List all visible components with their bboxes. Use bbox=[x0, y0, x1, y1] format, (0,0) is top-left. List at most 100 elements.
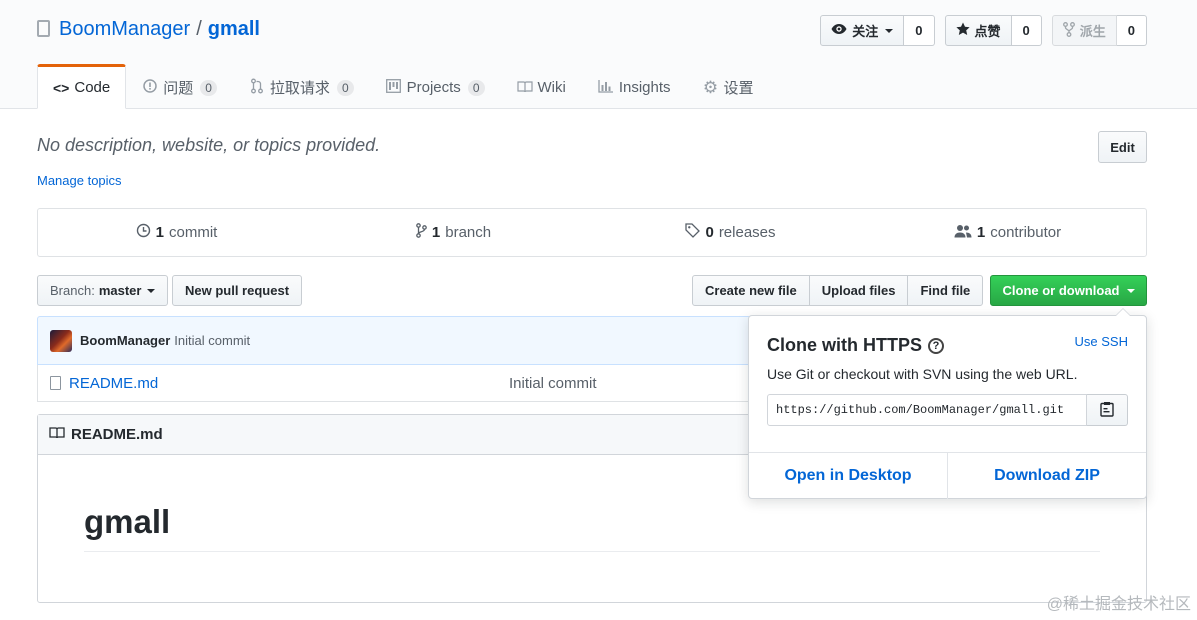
code-icon: <> bbox=[53, 79, 70, 96]
tab-wiki-label: Wiki bbox=[537, 79, 566, 96]
commits-label: commit bbox=[169, 224, 218, 241]
book-icon bbox=[49, 426, 65, 443]
tab-issues[interactable]: 问题 0 bbox=[126, 64, 233, 109]
tag-icon bbox=[685, 223, 701, 242]
releases-summary[interactable]: 0 releases bbox=[592, 209, 869, 256]
file-icon bbox=[50, 376, 61, 390]
clone-dropdown-footer: Open in Desktop Download ZIP bbox=[749, 452, 1146, 499]
readme-body: gmall bbox=[38, 503, 1146, 552]
tab-issues-label: 问题 bbox=[163, 80, 194, 97]
fork-count[interactable]: 0 bbox=[1116, 15, 1147, 46]
tab-settings-label: 设置 bbox=[723, 80, 754, 97]
chevron-down-icon bbox=[147, 288, 156, 293]
clone-dropdown: Clone with HTTPS ? Use SSH Use Git or ch… bbox=[748, 308, 1147, 499]
contributors-label: contributor bbox=[990, 224, 1062, 241]
watch-count[interactable]: 0 bbox=[904, 15, 935, 46]
issue-opened-icon bbox=[142, 79, 158, 96]
clone-label: Clone or download bbox=[1002, 283, 1120, 298]
chevron-down-icon bbox=[885, 28, 894, 33]
repo-title-separator: / bbox=[196, 18, 202, 40]
branches-summary[interactable]: 1 branch bbox=[315, 209, 592, 256]
tab-insights-label: Insights bbox=[618, 79, 671, 96]
star-label: 点赞 bbox=[974, 24, 1001, 39]
repo-header: BoomManager / gmall 关注 0 点赞 0 派生 0 <> Co… bbox=[0, 0, 1197, 109]
create-new-file-button[interactable]: Create new file bbox=[692, 275, 810, 306]
git-branch-icon bbox=[416, 223, 427, 242]
repo-title: BoomManager / gmall bbox=[37, 18, 260, 41]
clone-url-group: https://github.com/BoomManager/gmall.git bbox=[767, 394, 1128, 426]
star-button[interactable]: 点赞 bbox=[944, 15, 1012, 46]
file-actions: Create new file Upload files Find file bbox=[692, 275, 984, 306]
repo-owner-link[interactable]: BoomManager bbox=[59, 18, 190, 41]
project-icon bbox=[386, 79, 402, 96]
star-group: 点赞 0 bbox=[944, 15, 1042, 46]
question-icon[interactable]: ? bbox=[928, 337, 944, 354]
watermark: @稀土掘金技术社区 bbox=[1046, 596, 1191, 613]
new-pull-request-button[interactable]: New pull request bbox=[172, 275, 303, 306]
contributors-summary[interactable]: 1 contributor bbox=[869, 209, 1146, 256]
avatar[interactable] bbox=[50, 329, 72, 352]
book-icon bbox=[516, 80, 533, 96]
git-pull-request-icon bbox=[249, 78, 265, 97]
manage-topics-link[interactable]: Manage topics bbox=[37, 173, 122, 188]
tab-settings[interactable]: ⚙ 设置 bbox=[687, 64, 770, 109]
chevron-down-icon bbox=[1126, 288, 1135, 293]
repo-name-link[interactable]: gmall bbox=[208, 18, 260, 41]
tab-pull-requests[interactable]: 拉取请求 0 bbox=[233, 64, 370, 109]
tab-insights[interactable]: Insights bbox=[582, 64, 687, 109]
repo-book-icon bbox=[37, 20, 50, 37]
clone-dropdown-subtitle: Use Git or checkout with SVN using the w… bbox=[767, 366, 1078, 382]
fork-label: 派生 bbox=[1079, 24, 1106, 39]
download-zip-button[interactable]: Download ZIP bbox=[947, 453, 1146, 499]
repo-description: No description, website, or topics provi… bbox=[37, 135, 381, 155]
commit-message[interactable]: Initial commit bbox=[174, 333, 250, 348]
upload-files-button[interactable]: Upload files bbox=[808, 275, 909, 306]
file-commit-message[interactable]: Initial commit bbox=[509, 375, 597, 392]
people-icon bbox=[954, 224, 972, 242]
releases-count: 0 bbox=[705, 224, 714, 241]
fork-icon bbox=[1062, 21, 1075, 40]
contributors-count: 1 bbox=[976, 224, 986, 241]
eye-icon bbox=[831, 23, 847, 38]
graph-icon bbox=[598, 79, 614, 96]
star-icon bbox=[955, 22, 970, 39]
branch-select-button[interactable]: Branch: master bbox=[37, 275, 169, 306]
copy-to-clipboard-button[interactable] bbox=[1087, 394, 1128, 426]
readme-title: README.md bbox=[71, 426, 163, 443]
releases-label: releases bbox=[718, 224, 776, 241]
watch-group: 关注 0 bbox=[820, 15, 935, 46]
commit-author[interactable]: BoomManager bbox=[80, 333, 170, 348]
fork-group: 派生 0 bbox=[1051, 15, 1147, 46]
history-icon bbox=[136, 223, 151, 242]
clone-dropdown-title: Clone with HTTPS ? bbox=[767, 335, 944, 356]
tab-projects-label: Projects bbox=[406, 79, 461, 96]
branch-name: master bbox=[98, 283, 142, 298]
tab-code[interactable]: <> Code bbox=[37, 64, 127, 109]
branches-count: 1 bbox=[431, 224, 441, 241]
gear-icon: ⚙ bbox=[702, 77, 719, 97]
clone-url-input[interactable]: https://github.com/BoomManager/gmall.git bbox=[767, 394, 1087, 426]
tab-pull-requests-label: 拉取请求 bbox=[269, 80, 330, 97]
find-file-button[interactable]: Find file bbox=[907, 275, 984, 306]
tab-projects-counter: 0 bbox=[467, 79, 485, 96]
clone-or-download-button[interactable]: Clone or download bbox=[990, 275, 1147, 306]
fork-button[interactable]: 派生 bbox=[1051, 15, 1117, 46]
tab-issues-counter: 0 bbox=[200, 79, 217, 96]
open-in-desktop-button[interactable]: Open in Desktop bbox=[749, 453, 947, 499]
watch-button[interactable]: 关注 bbox=[820, 15, 905, 46]
tab-pull-requests-counter: 0 bbox=[336, 79, 354, 96]
file-name-link[interactable]: README.md bbox=[69, 375, 509, 392]
tab-wiki[interactable]: Wiki bbox=[501, 64, 582, 109]
use-ssh-link[interactable]: Use SSH bbox=[1075, 334, 1128, 349]
pagehead-actions: 关注 0 点赞 0 派生 0 bbox=[820, 15, 1147, 46]
commits-summary[interactable]: 1 commit bbox=[38, 209, 315, 256]
branch-prefix: Branch: bbox=[50, 283, 95, 298]
commits-count: 1 bbox=[155, 224, 164, 241]
edit-button[interactable]: Edit bbox=[1098, 131, 1147, 163]
star-count[interactable]: 0 bbox=[1011, 15, 1042, 46]
tab-projects[interactable]: Projects 0 bbox=[370, 64, 501, 109]
readme-heading: gmall bbox=[84, 503, 1100, 552]
repo-summary: 1 commit 1 branch 0 releases 1 contribut… bbox=[37, 208, 1147, 257]
repo-nav: <> Code 问题 0 拉取请求 0 Projects 0 Wiki Insi… bbox=[37, 64, 770, 109]
clone-title-text: Clone with HTTPS bbox=[767, 335, 922, 355]
